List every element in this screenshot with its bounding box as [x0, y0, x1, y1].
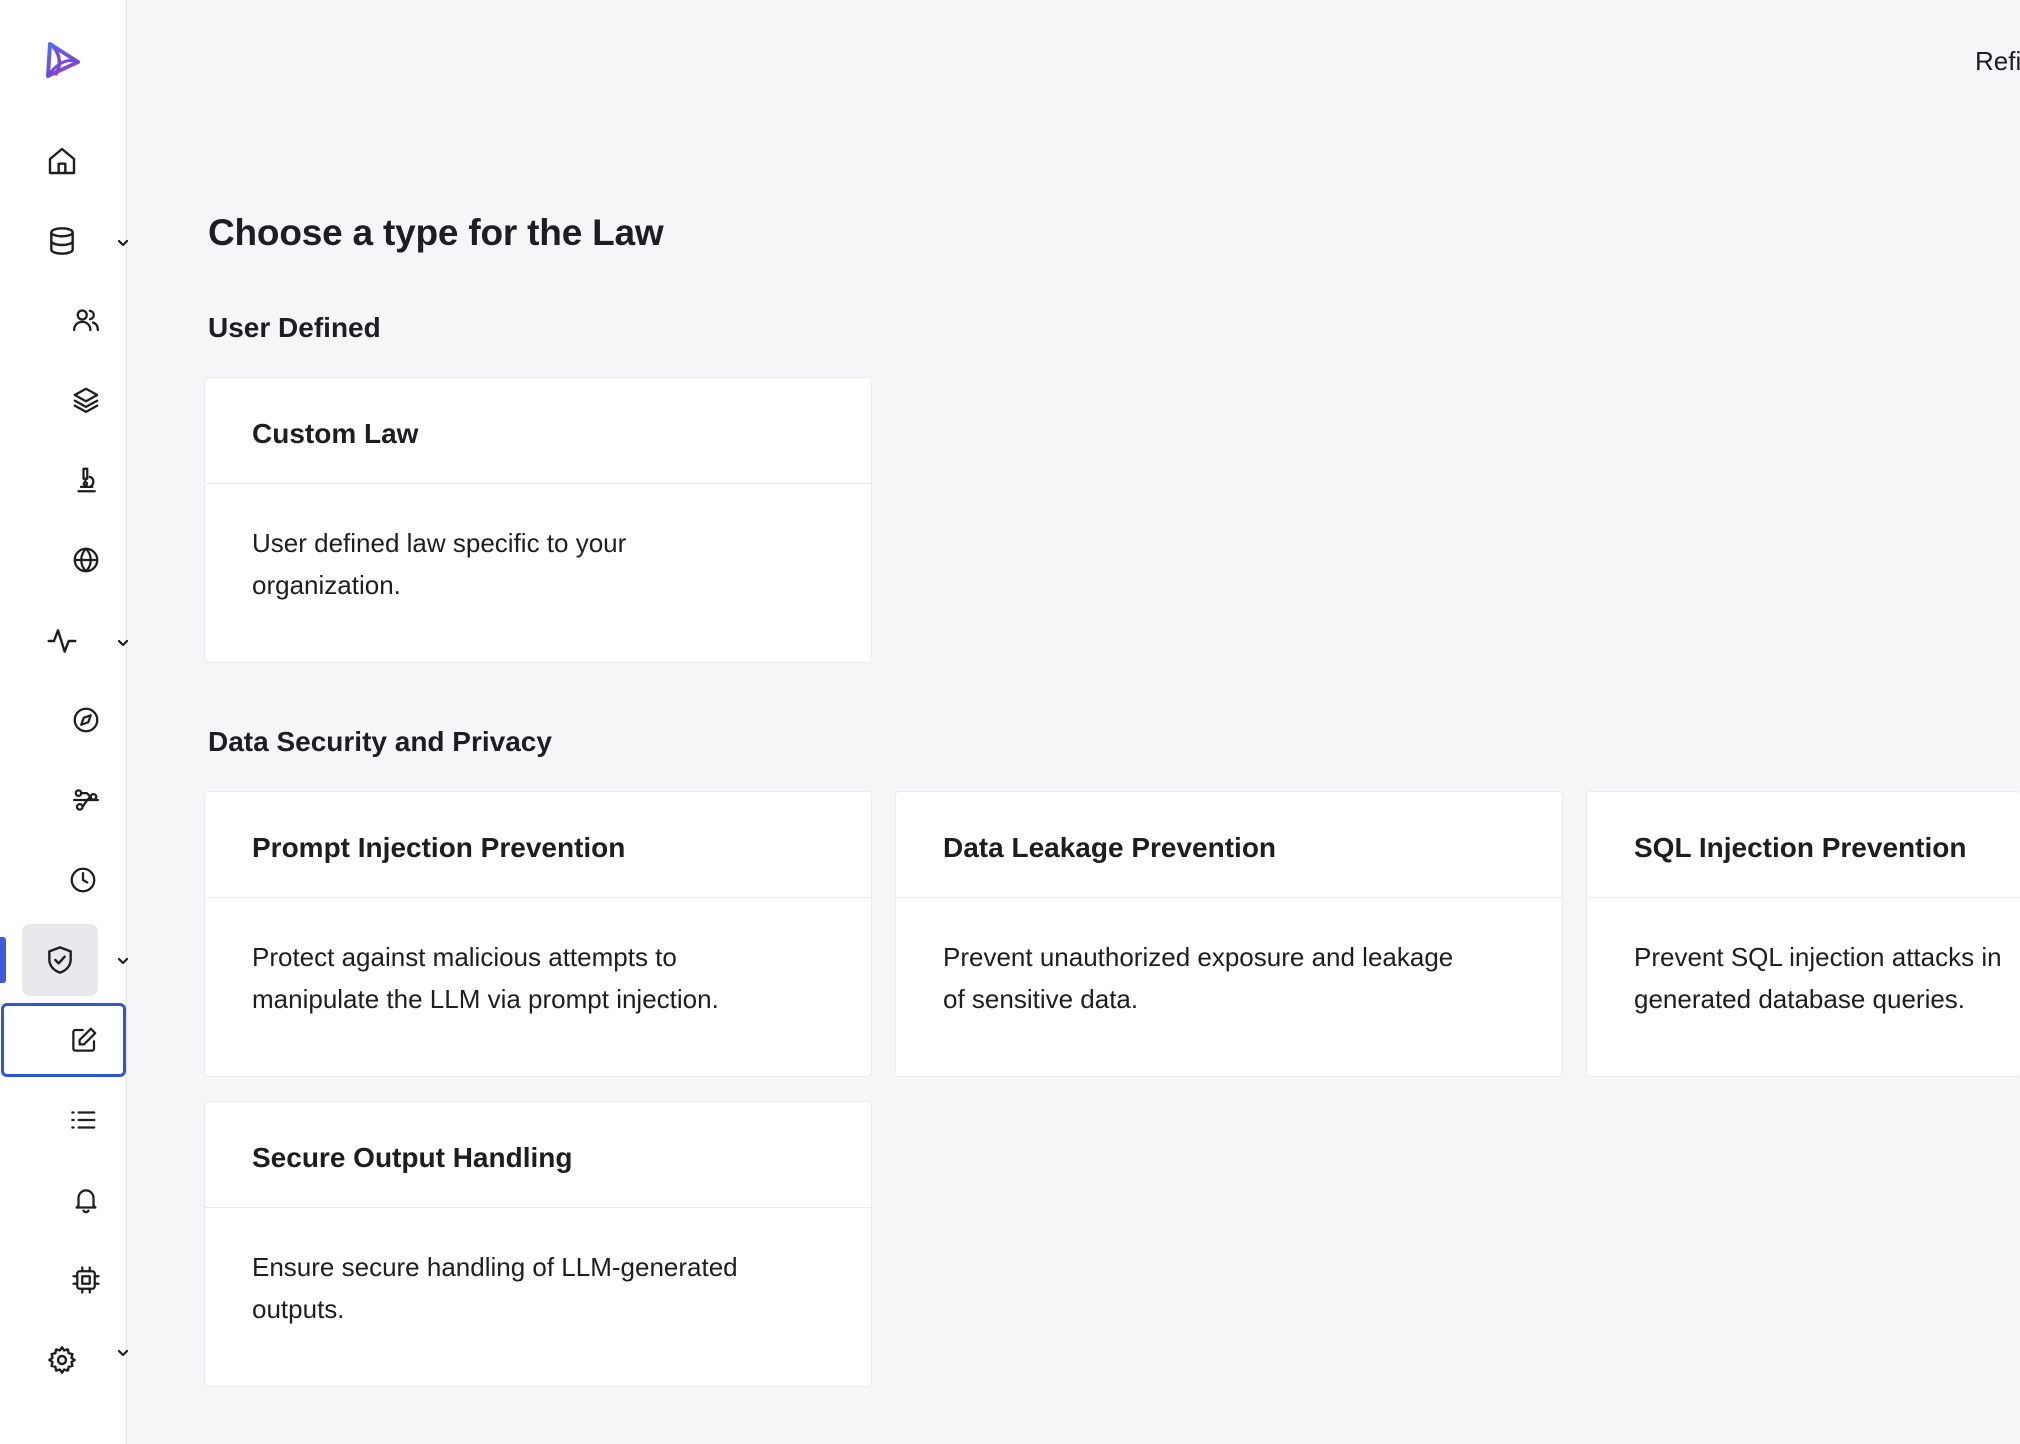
card-description-line: User defined law specific to your [252, 528, 627, 558]
shield-chevron-icon[interactable] [117, 954, 129, 966]
card-description-line: manipulate the LLM via prompt injection. [252, 984, 719, 1014]
users-icon[interactable] [51, 285, 121, 355]
card-description: Prevent SQL injection attacks in generat… [1587, 898, 2020, 1020]
card-description-line: generated database queries. [1634, 984, 1966, 1014]
card-description: Protect against malicious attempts to ma… [205, 898, 871, 1020]
workflow-icon[interactable] [51, 765, 121, 835]
refresh-button[interactable]: Refi [1975, 46, 2020, 77]
card-title: Data Leakage Prevention [896, 792, 1562, 898]
card-title: Custom Law [205, 378, 871, 484]
card-description-line: Prevent SQL injection attacks in [1634, 942, 2002, 972]
card-description-line: organization. [252, 570, 401, 600]
sidebar [0, 0, 129, 1444]
bell-icon[interactable] [51, 1165, 121, 1235]
law-type-card-prompt-injection[interactable]: Prompt Injection Prevention Protect agai… [204, 791, 872, 1077]
card-description-line: of sensitive data. [943, 984, 1139, 1014]
card-title: Prompt Injection Prevention [205, 792, 871, 898]
page-title: Choose a type for the Law [208, 212, 664, 253]
database-chevron-icon[interactable] [117, 236, 129, 248]
shield-check-icon[interactable] [22, 924, 98, 996]
logo-icon[interactable] [38, 36, 88, 86]
activity-chevron-icon[interactable] [117, 636, 129, 648]
layers-icon[interactable] [51, 365, 121, 435]
list-icon[interactable] [48, 1085, 118, 1155]
home-icon[interactable] [27, 126, 97, 196]
active-indicator [0, 937, 6, 983]
card-description: User defined law specific to your organi… [205, 484, 871, 606]
settings-icon[interactable] [27, 1325, 97, 1395]
compass-icon[interactable] [51, 685, 121, 755]
card-title: Secure Output Handling [205, 1102, 871, 1208]
clock-icon[interactable] [48, 845, 118, 915]
database-icon[interactable] [27, 206, 97, 276]
card-description: Ensure secure handling of LLM-generated … [205, 1208, 871, 1330]
section-title-data-security: Data Security and Privacy [208, 726, 552, 757]
law-type-card-sql-injection[interactable]: SQL Injection Prevention Prevent SQL inj… [1586, 791, 2020, 1077]
law-type-card-secure-output[interactable]: Secure Output Handling Ensure secure han… [204, 1101, 872, 1387]
law-type-card-custom-law[interactable]: Custom Law User defined law specific to … [204, 377, 872, 663]
app-root: Refi Choose a type for the Law User Defi… [0, 0, 2020, 1444]
card-description-line: Ensure secure handling of LLM-generated [252, 1252, 738, 1282]
edit-icon[interactable] [1, 1003, 126, 1077]
card-title: SQL Injection Prevention [1587, 792, 2020, 898]
microscope-icon[interactable] [51, 445, 121, 515]
settings-chevron-icon[interactable] [117, 1346, 129, 1358]
section-title-user-defined: User Defined [208, 312, 381, 343]
activity-icon[interactable] [27, 606, 97, 676]
card-description-line: Prevent unauthorized exposure and leakag… [943, 942, 1454, 972]
card-description-line: outputs. [252, 1294, 345, 1324]
law-type-card-data-leakage[interactable]: Data Leakage Prevention Prevent unauthor… [895, 791, 1563, 1077]
card-description: Prevent unauthorized exposure and leakag… [896, 898, 1562, 1020]
cpu-icon[interactable] [51, 1245, 121, 1315]
card-description-line: Protect against malicious attempts to [252, 942, 677, 972]
globe-icon[interactable] [51, 525, 121, 595]
